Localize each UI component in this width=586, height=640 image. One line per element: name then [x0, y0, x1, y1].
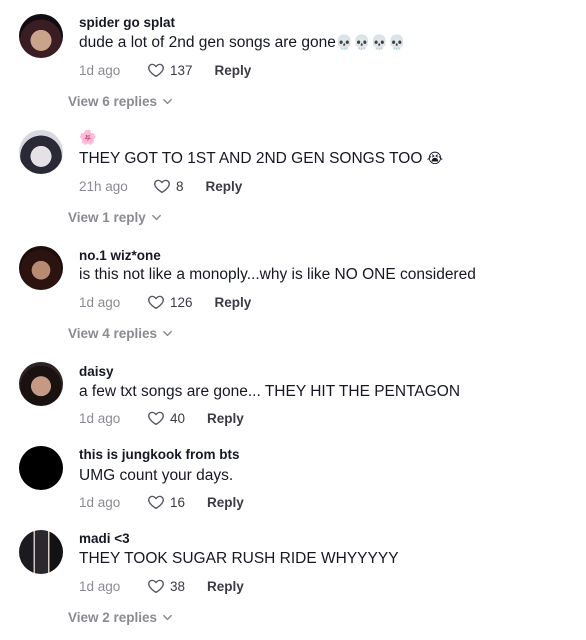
view-replies-label: View 6 replies: [68, 94, 158, 109]
comment-username[interactable]: madi <3: [79, 531, 130, 546]
reply-button[interactable]: Reply: [206, 179, 243, 194]
reply-button[interactable]: Reply: [207, 411, 244, 426]
view-replies-button[interactable]: View 2 replies: [68, 610, 173, 625]
comment-meta: 1d ago 16 Reply: [79, 492, 244, 512]
comment-text-body: THEY GOT TO 1ST AND 2ND GEN SONGS TOO: [79, 150, 423, 167]
comment-timestamp: 21h ago: [79, 178, 128, 194]
like-button[interactable]: 40: [147, 409, 185, 427]
chevron-down-icon: [151, 214, 161, 221]
like-count: 8: [176, 178, 184, 194]
like-count: 137: [170, 62, 193, 78]
like-button[interactable]: 8: [153, 177, 184, 195]
view-replies-button[interactable]: View 4 replies: [68, 326, 173, 341]
comment-username[interactable]: daisy: [79, 364, 114, 379]
comment-text: is this not like a monoply...why is like…: [79, 266, 476, 283]
comment-meta: 1d ago 38 Reply: [79, 576, 244, 596]
comment-username[interactable]: no.1 wiz*one: [79, 248, 161, 263]
comment-meta: 21h ago 8 Reply: [79, 176, 242, 196]
like-button[interactable]: 126: [147, 293, 193, 311]
comment-timestamp: 1d ago: [79, 494, 121, 510]
heart-icon[interactable]: [147, 493, 165, 511]
avatar[interactable]: [19, 446, 63, 490]
like-count: 16: [170, 494, 186, 510]
view-replies-button[interactable]: View 6 replies: [68, 94, 173, 109]
like-button[interactable]: 137: [147, 61, 193, 79]
comment-timestamp: 1d ago: [79, 62, 121, 78]
chevron-down-icon: [163, 330, 172, 337]
comment-text-body: dude a lot of 2nd gen songs are gone: [79, 34, 336, 51]
chevron-down-icon: [163, 98, 172, 105]
avatar[interactable]: [19, 246, 63, 290]
heart-icon[interactable]: [147, 577, 165, 595]
reply-button[interactable]: Reply: [207, 579, 244, 594]
view-replies-label: View 4 replies: [68, 326, 158, 341]
comment-text: dude a lot of 2nd gen songs are gone💀💀💀💀: [79, 34, 406, 52]
like-count: 40: [170, 410, 186, 426]
avatar[interactable]: [19, 14, 63, 58]
comment-text: THEY GOT TO 1ST AND 2ND GEN SONGS TOO 😭: [79, 150, 443, 168]
comment-meta: 1d ago 126 Reply: [79, 292, 251, 312]
like-count: 126: [170, 294, 193, 310]
heart-icon[interactable]: [147, 293, 165, 311]
crying-emoji-icon: 😭: [426, 150, 444, 166]
comment-meta: 1d ago 137 Reply: [79, 60, 251, 80]
like-button[interactable]: 16: [147, 493, 185, 511]
skull-emoji-icon: 💀💀💀💀: [335, 34, 406, 50]
comment-meta: 1d ago 40 Reply: [79, 408, 244, 428]
comment-text: a few txt songs are gone... THEY HIT THE…: [79, 383, 461, 400]
avatar[interactable]: [19, 130, 63, 174]
like-count: 38: [170, 578, 186, 594]
like-button[interactable]: 38: [147, 577, 185, 595]
view-replies-label: View 1 reply: [68, 210, 146, 225]
comment-timestamp: 1d ago: [79, 294, 121, 310]
heart-icon[interactable]: [147, 61, 165, 79]
reply-button[interactable]: Reply: [215, 63, 252, 78]
view-replies-label: View 2 replies: [68, 610, 158, 625]
chevron-down-icon: [163, 614, 172, 621]
comment-timestamp: 1d ago: [79, 410, 121, 426]
comment-username[interactable]: 🌸: [79, 129, 96, 146]
avatar[interactable]: [19, 530, 63, 574]
comment-text: THEY TOOK SUGAR RUSH RIDE WHYYYYY: [79, 550, 399, 567]
comment-text: UMG count your days.: [79, 467, 234, 484]
reply-button[interactable]: Reply: [215, 295, 252, 310]
comment-timestamp: 1d ago: [79, 578, 121, 594]
comment-username[interactable]: spider go splat: [79, 15, 175, 30]
view-replies-button[interactable]: View 1 reply: [68, 210, 162, 225]
heart-icon[interactable]: [153, 177, 171, 195]
avatar[interactable]: [19, 362, 63, 406]
comment-username[interactable]: this is jungkook from bts: [79, 447, 240, 462]
heart-icon[interactable]: [147, 409, 165, 427]
reply-button[interactable]: Reply: [207, 495, 244, 510]
